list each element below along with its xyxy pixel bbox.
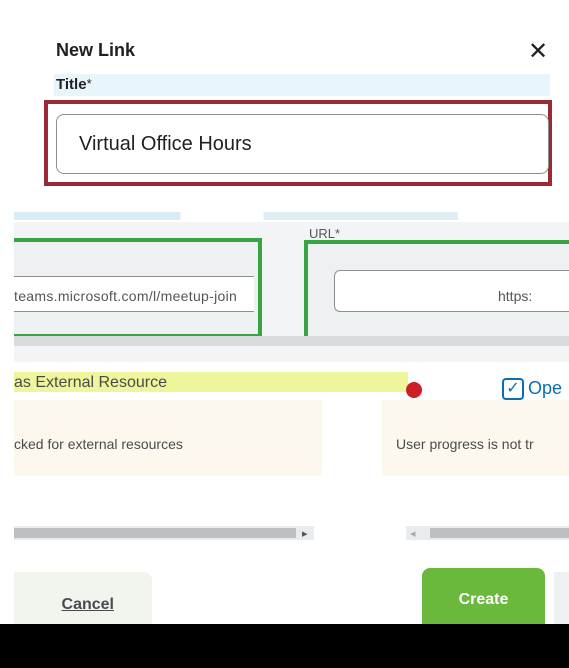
url-value-left: teams.microsoft.com/l/meetup-join <box>14 288 238 304</box>
scroll-left-arrow-icon[interactable]: ◂ <box>410 527 416 540</box>
required-mark: * <box>86 76 92 91</box>
external-resource-label[interactable]: as External Resource <box>14 374 167 392</box>
glitch-band <box>14 336 569 346</box>
title-label: Title* <box>56 76 92 93</box>
horizontal-scrollbar-right[interactable]: ◂ <box>406 526 569 540</box>
url-value-right: https: <box>498 288 533 304</box>
title-label-text: Title <box>56 76 87 93</box>
glitch-band <box>14 212 569 220</box>
open-new-window-label[interactable]: Ope <box>528 378 562 399</box>
create-button[interactable]: Create <box>422 568 545 624</box>
progress-note: User progress is not tr <box>396 436 534 452</box>
button-edge <box>554 572 569 624</box>
url-label: URL* <box>309 226 341 241</box>
dialog-title: New Link <box>56 40 136 60</box>
checkbox-icon[interactable]: ✓ <box>502 378 524 400</box>
cancel-button[interactable]: Cancel <box>14 572 152 624</box>
black-bar <box>0 624 569 668</box>
url-input-right[interactable] <box>334 270 569 312</box>
horizontal-scrollbar-left[interactable]: ▸ <box>14 526 314 540</box>
scroll-thumb[interactable] <box>14 528 296 538</box>
scroll-thumb[interactable] <box>430 528 569 538</box>
title-label-band <box>54 74 550 96</box>
screen: New Link ✕ Title* URL* teams.microsoft.c… <box>0 0 569 668</box>
new-link-dialog: New Link ✕ Title* URL* teams.microsoft.c… <box>0 0 569 624</box>
alert-icon <box>406 382 422 398</box>
title-input[interactable] <box>56 114 549 174</box>
external-note: cked for external resources <box>14 436 183 452</box>
scroll-right-arrow-icon[interactable]: ▸ <box>302 527 308 540</box>
close-icon[interactable]: ✕ <box>526 40 550 64</box>
